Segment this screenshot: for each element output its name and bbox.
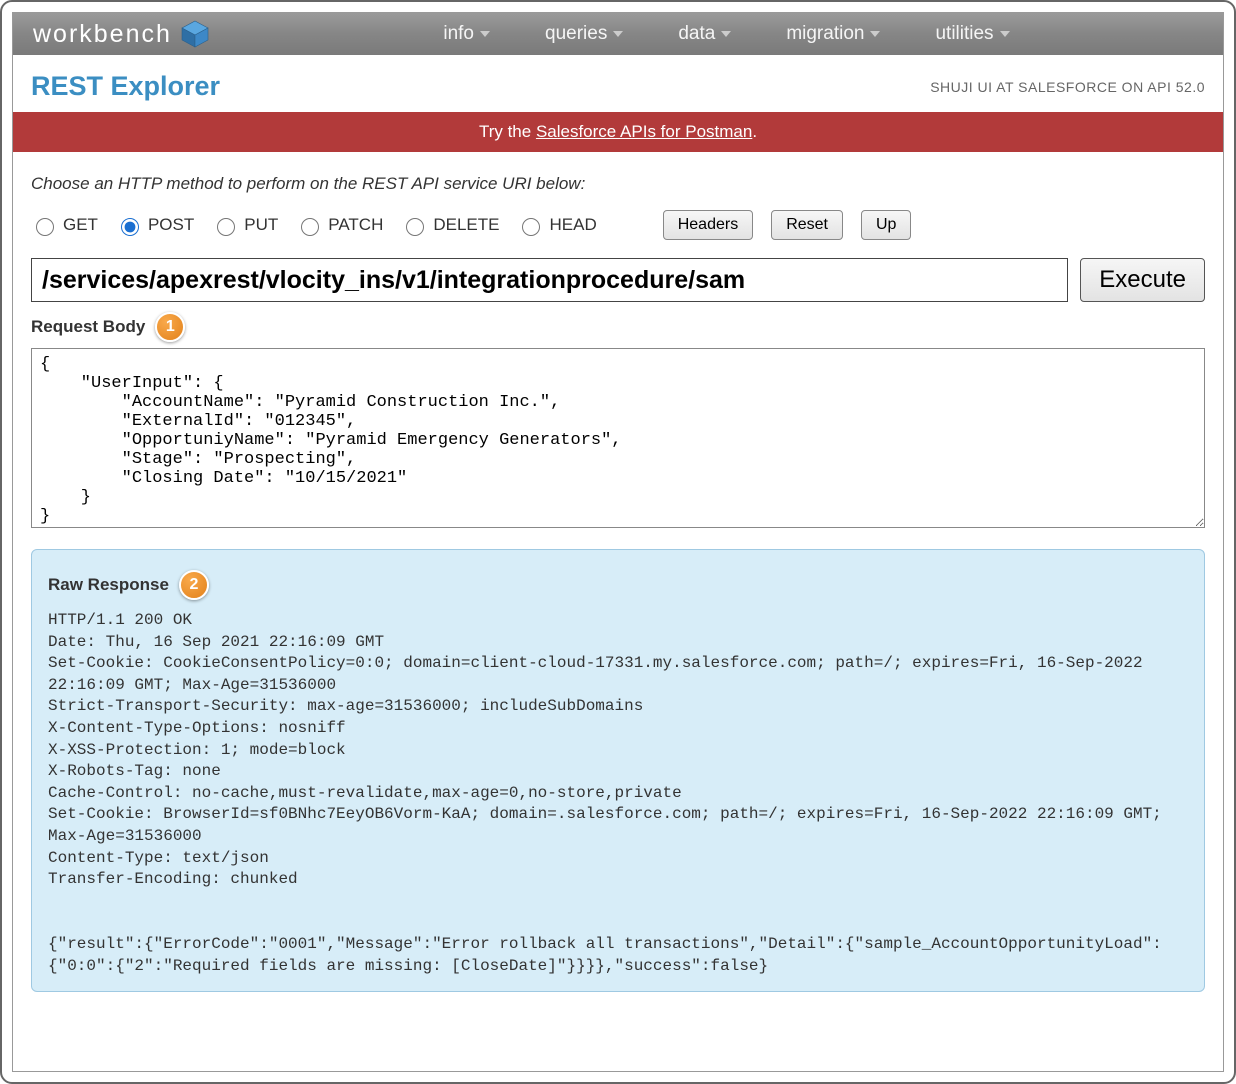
up-button[interactable]: Up bbox=[861, 210, 911, 240]
method-delete[interactable]: DELETE bbox=[401, 215, 499, 236]
uri-input[interactable] bbox=[31, 258, 1068, 302]
response-panel: Raw Response 2 HTTP/1.1 200 OK Date: Thu… bbox=[31, 549, 1205, 992]
request-body-header: Request Body 1 bbox=[31, 312, 1205, 342]
method-get-label: GET bbox=[63, 215, 98, 235]
brand-text: workbench bbox=[33, 20, 172, 49]
method-post[interactable]: POST bbox=[116, 215, 194, 236]
instruction-text: Choose an HTTP method to perform on the … bbox=[31, 174, 1205, 194]
page-title: REST Explorer bbox=[31, 71, 220, 102]
nav-queries[interactable]: queries bbox=[545, 23, 623, 45]
method-post-radio[interactable] bbox=[121, 218, 139, 236]
callout-2: 2 bbox=[179, 570, 209, 600]
session-info: SHUJI UI AT SALESFORCE ON API 52.0 bbox=[930, 79, 1205, 95]
chevron-down-icon bbox=[870, 31, 880, 37]
method-head-label: HEAD bbox=[549, 215, 596, 235]
method-put-label: PUT bbox=[244, 215, 278, 235]
raw-response-label: Raw Response bbox=[48, 575, 169, 595]
callout-1: 1 bbox=[155, 312, 185, 342]
chevron-down-icon bbox=[613, 31, 623, 37]
nav-data[interactable]: data bbox=[678, 23, 731, 45]
nav-utilities-label: utilities bbox=[935, 23, 993, 45]
method-head-radio[interactable] bbox=[522, 218, 540, 236]
raw-response-text: HTTP/1.1 200 OK Date: Thu, 16 Sep 2021 2… bbox=[48, 610, 1188, 977]
raw-response-header: Raw Response 2 bbox=[48, 570, 1188, 600]
method-post-label: POST bbox=[148, 215, 194, 235]
method-patch-radio[interactable] bbox=[301, 218, 319, 236]
chevron-down-icon bbox=[721, 31, 731, 37]
method-patch-label: PATCH bbox=[328, 215, 383, 235]
promo-banner: Try the Salesforce APIs for Postman. bbox=[13, 112, 1223, 152]
method-head[interactable]: HEAD bbox=[517, 215, 596, 236]
method-patch[interactable]: PATCH bbox=[296, 215, 383, 236]
banner-link[interactable]: Salesforce APIs for Postman bbox=[536, 122, 752, 141]
request-body-label: Request Body bbox=[31, 317, 145, 337]
nav-migration[interactable]: migration bbox=[786, 23, 880, 45]
chevron-down-icon bbox=[480, 31, 490, 37]
chevron-down-icon bbox=[1000, 31, 1010, 37]
http-method-row: GET POST PUT PATCH DELETE HEAD Headers R… bbox=[31, 210, 1205, 240]
banner-prefix: Try the bbox=[479, 122, 536, 141]
method-put[interactable]: PUT bbox=[212, 215, 278, 236]
nav-utilities[interactable]: utilities bbox=[935, 23, 1009, 45]
nav-info[interactable]: info bbox=[443, 23, 490, 45]
nav-info-label: info bbox=[443, 23, 474, 45]
method-delete-label: DELETE bbox=[433, 215, 499, 235]
method-put-radio[interactable] bbox=[217, 218, 235, 236]
nav-migration-label: migration bbox=[786, 23, 864, 45]
execute-button[interactable]: Execute bbox=[1080, 258, 1205, 302]
cube-icon bbox=[180, 19, 210, 49]
method-get[interactable]: GET bbox=[31, 215, 98, 236]
nav-queries-label: queries bbox=[545, 23, 607, 45]
headers-button[interactable]: Headers bbox=[663, 210, 753, 240]
top-nav: workbench info queries data migration ut… bbox=[13, 13, 1223, 55]
request-body-textarea[interactable] bbox=[31, 348, 1205, 528]
brand: workbench bbox=[33, 19, 210, 49]
method-delete-radio[interactable] bbox=[406, 218, 424, 236]
banner-suffix: . bbox=[752, 122, 757, 141]
reset-button[interactable]: Reset bbox=[771, 210, 843, 240]
method-get-radio[interactable] bbox=[36, 218, 54, 236]
nav-data-label: data bbox=[678, 23, 715, 45]
